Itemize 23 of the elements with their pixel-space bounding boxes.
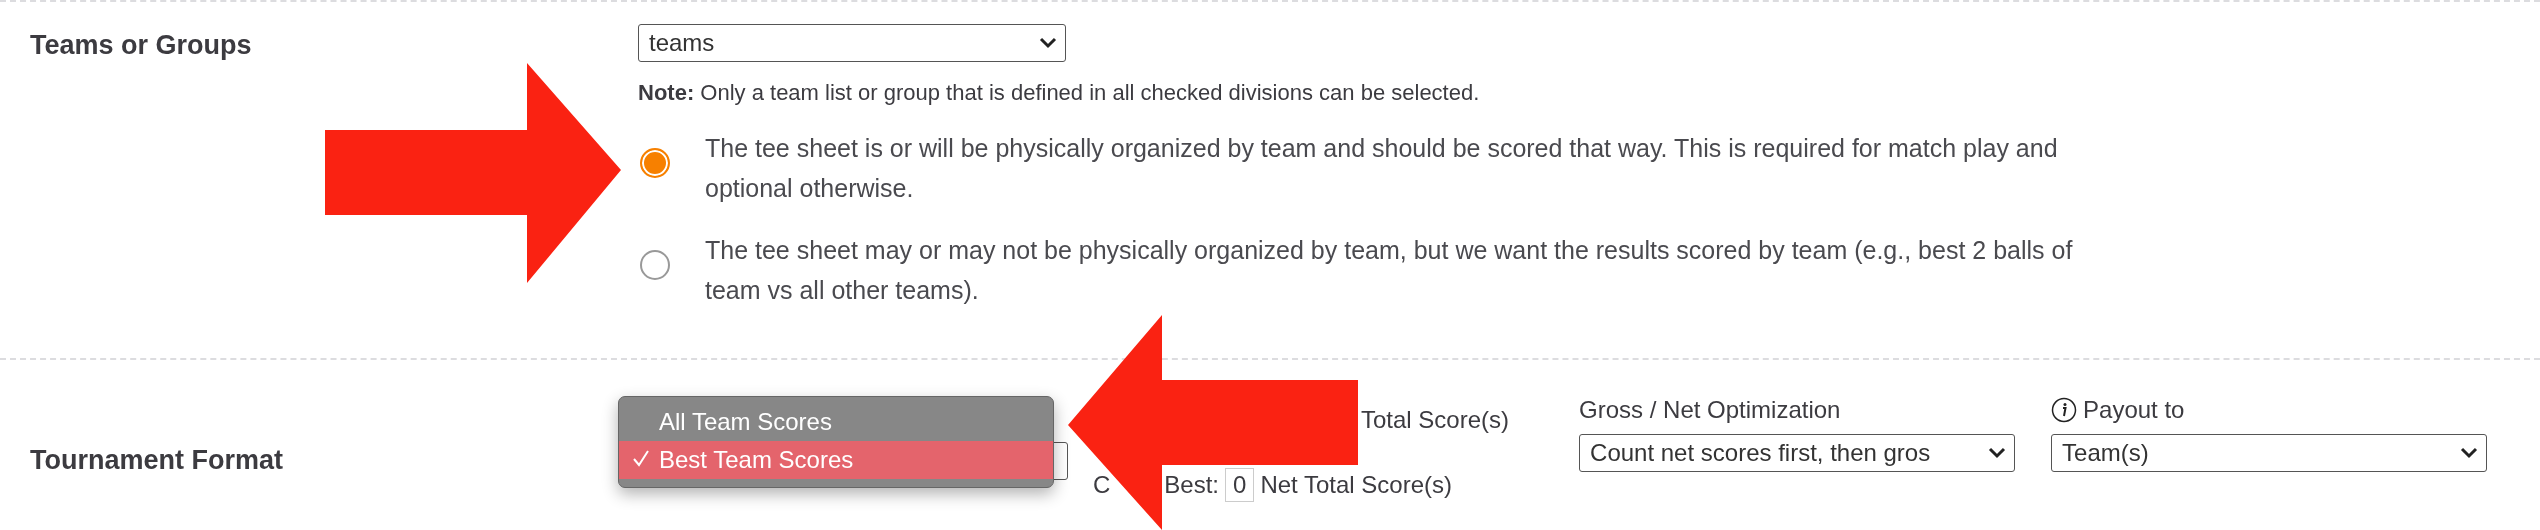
- field-label: Gross / Net Optimization: [1579, 396, 1842, 424]
- section-title: Tournament Format: [30, 444, 284, 477]
- field-label: Payout to: [2083, 396, 2185, 424]
- chevron-icon: [2460, 447, 2479, 459]
- option-text: The tee sheet may or may not be physically organized by team, but we want the results scored by team (e.g., best 2 balls of team vs all other teams).: [705, 235, 2074, 306]
- payout-select[interactable]: Team(s): [2051, 434, 2488, 472]
- menu-item[interactable]: All Team Scores: [619, 403, 1053, 441]
- info-icon[interactable]: [2051, 397, 2078, 423]
- count-label: Net Total Score(s): [1260, 471, 1453, 499]
- chevron-icon: [1039, 37, 1057, 49]
- teams-select[interactable]: teams: [638, 24, 1066, 62]
- check-icon: [631, 448, 651, 468]
- note-text: Note: Only a team list or group that is defined in all checked divisions can be selected.: [638, 80, 1481, 106]
- option-text: The tee sheet is or will be physically organized by team and should be scored that way. This is required for match play and optional otherwise.: [705, 133, 2059, 204]
- optimization-select[interactable]: Count net scores first, then gros: [1579, 434, 2016, 472]
- radio-button[interactable]: [640, 250, 670, 280]
- count-label: Total Score(s): [1361, 406, 1510, 434]
- best-label: Best:: [1164, 471, 1220, 499]
- count-label: C: [1093, 471, 1111, 499]
- chevron-icon: [1988, 447, 2007, 459]
- count-input[interactable]: 0: [1225, 468, 1255, 502]
- section-title: Teams or Groups: [30, 29, 253, 62]
- radio-button[interactable]: [640, 148, 670, 178]
